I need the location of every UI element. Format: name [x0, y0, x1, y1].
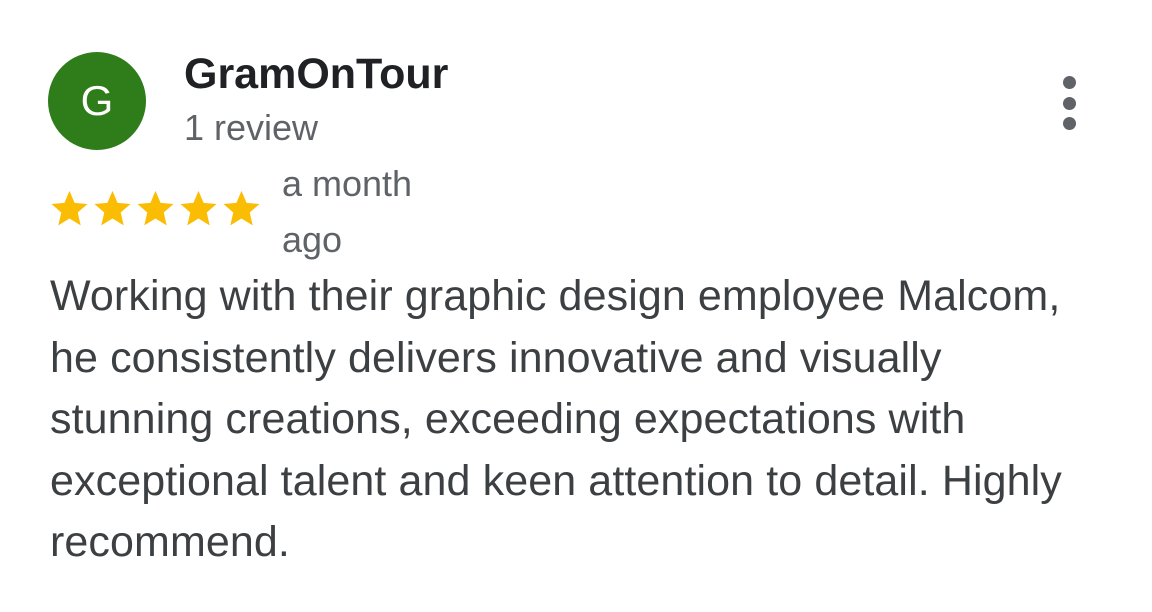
- avatar[interactable]: G: [48, 52, 146, 150]
- star-icon: [180, 190, 217, 226]
- avatar-initial: G: [80, 77, 114, 124]
- star-icon: [51, 190, 88, 226]
- star-icon: [223, 190, 260, 226]
- more-vert-icon-dot: [1062, 117, 1076, 130]
- more-vert-icon-dot: [1062, 96, 1076, 110]
- more-vert-icon: [1062, 76, 1076, 89]
- review-count: 1 review: [184, 107, 319, 148]
- author-name[interactable]: GramOnTour: [184, 48, 448, 100]
- review-text: Working with their graphic design employ…: [50, 272, 1062, 566]
- star-icon: [137, 190, 174, 226]
- star-icon: [94, 190, 131, 226]
- more-options-button[interactable]: [1046, 70, 1092, 136]
- review-time: a month ago: [282, 163, 413, 260]
- star-rating: [48, 186, 263, 230]
